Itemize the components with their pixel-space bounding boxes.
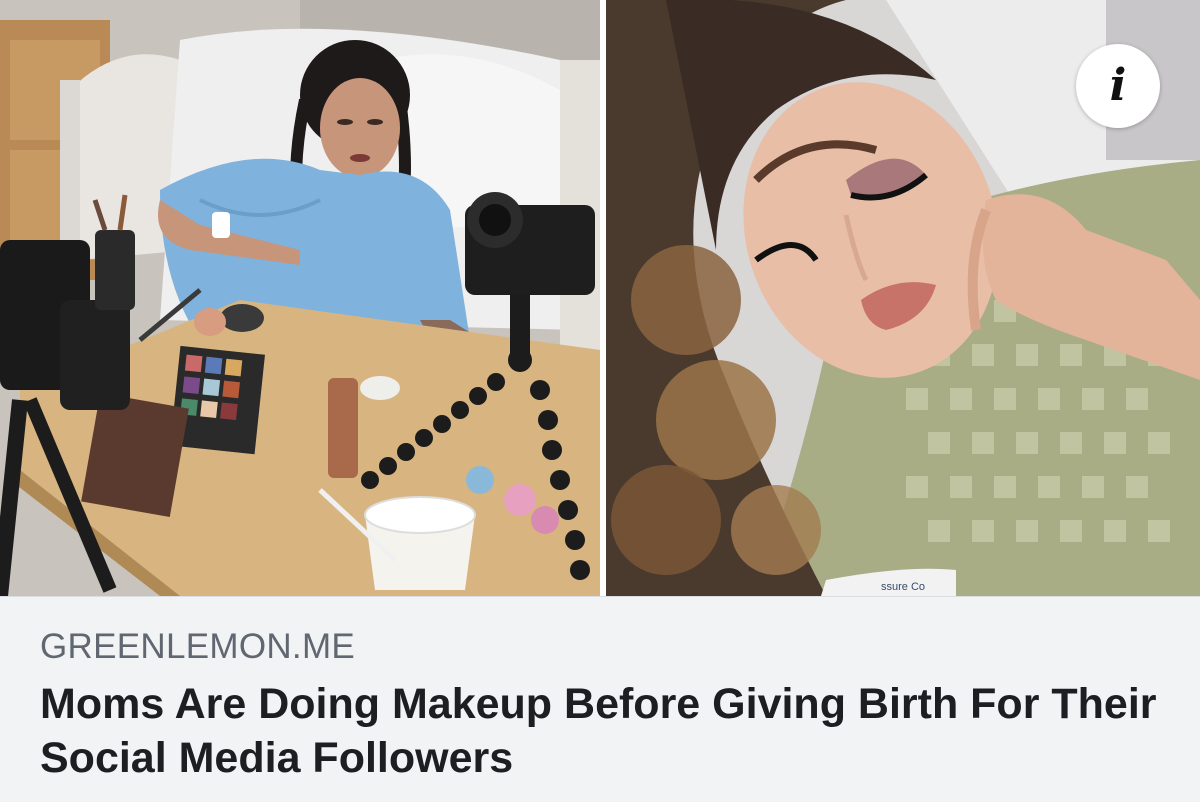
left-photo (0, 0, 600, 596)
foundation-bottle (328, 378, 358, 478)
brown-palette (81, 393, 189, 517)
gown-tag-text: ssure Co (881, 581, 925, 593)
face (320, 78, 400, 178)
preview-media[interactable]: ssure Co i (0, 0, 1200, 596)
link-preview-card[interactable]: ssure Co i GREENLEMON.ME Moms Are Doing … (0, 0, 1200, 802)
link-headline[interactable]: Moms Are Doing Makeup Before Giving Birt… (40, 677, 1160, 785)
left-photo-illustration (0, 0, 600, 596)
info-button[interactable]: i (1076, 44, 1160, 128)
link-caption[interactable]: GREENLEMON.ME Moms Are Doing Makeup Befo… (0, 596, 1200, 802)
info-icon: i (1109, 60, 1127, 111)
link-domain: GREENLEMON.ME (40, 627, 356, 666)
